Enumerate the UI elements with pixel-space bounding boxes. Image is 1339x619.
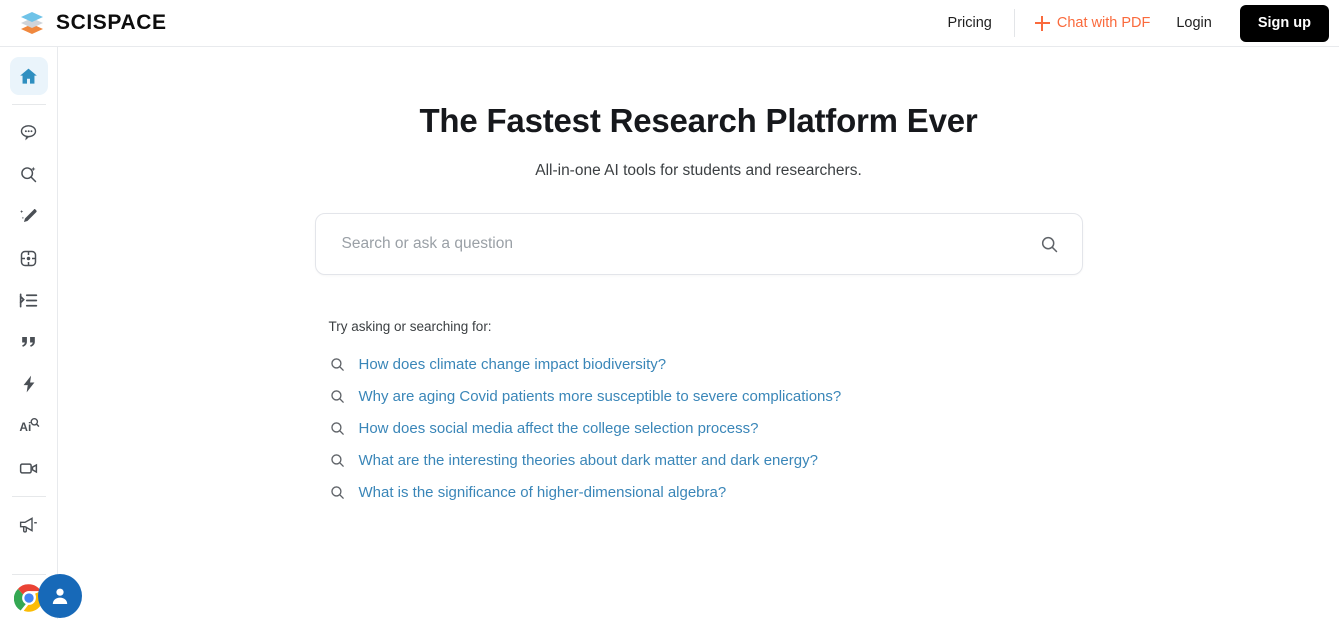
sidebar-item-video[interactable] [10,449,48,487]
signup-button[interactable]: Sign up [1239,4,1329,42]
sidebar-item-citation[interactable] [10,323,48,361]
suggestion-label: Why are aging Covid patients more suscep… [358,387,842,405]
megaphone-icon [18,514,39,535]
suggestion-label: How does climate change impact biodivers… [358,355,667,373]
search-icon[interactable] [1039,234,1060,255]
sidebar-item-quick-actions[interactable] [10,365,48,403]
sidebar-item-ai-search[interactable] [10,155,48,193]
chat-bubble-icon [18,122,39,143]
header-divider [1013,9,1015,37]
quote-icon [19,333,38,352]
main-content: The Fastest Research Platform Ever All-i… [58,47,1339,619]
suggestion-item[interactable]: How does climate change impact biodivers… [329,348,1083,380]
home-icon [18,66,39,87]
search-icon [329,356,346,373]
suggestions-block: Try asking or searching for: How does cl… [315,319,1083,508]
atom-icon [18,248,39,269]
top-header: SCISPACE Pricing Chat with PDF Login Sig… [0,0,1339,47]
search-icon [329,388,346,405]
sidebar-item-ai-writer[interactable] [10,197,48,235]
sidebar-item-paraphrase[interactable] [10,281,48,319]
page-subtitle: All-in-one AI tools for students and res… [535,162,862,179]
indent-list-icon [18,290,39,311]
header-nav: Pricing Chat with PDF Login Sign up [934,0,1339,46]
login-link[interactable]: Login [1162,15,1225,31]
sidebar-item-chat[interactable] [10,113,48,151]
suggestion-item[interactable]: What are the interesting theories about … [329,444,1083,476]
ai-detector-icon: Ai [18,415,40,437]
chat-with-pdf-button[interactable]: Chat with PDF [1023,15,1162,31]
svg-text:Ai: Ai [19,420,31,434]
suggestion-item[interactable]: Why are aging Covid patients more suscep… [329,380,1083,412]
sidebar-bottom-group [0,574,82,619]
suggestion-label: What are the interesting theories about … [358,451,818,469]
search-input[interactable] [341,235,1039,253]
suggestion-item[interactable]: What is the significance of higher-dimen… [329,476,1083,508]
page-title: The Fastest Research Platform Ever [419,102,978,139]
sidebar-divider-bottom [11,574,46,575]
user-avatar-button[interactable] [37,574,82,618]
suggestion-label: What is the significance of higher-dimen… [358,483,727,501]
suggestions-label: Try asking or searching for: [328,319,492,334]
sidebar-item-science[interactable] [10,239,48,277]
layers-logo-icon [18,9,46,37]
pencil-sparkle-icon [18,206,39,227]
pricing-link[interactable]: Pricing [934,15,1006,31]
sidebar-item-home[interactable] [9,57,48,95]
search-icon [329,420,346,437]
left-sidebar: Ai [0,47,82,619]
video-camera-icon [18,458,39,479]
suggestion-item[interactable]: How does social media affect the college… [329,412,1083,444]
search-icon [329,484,346,501]
brand-logo-link[interactable]: SCISPACE [18,9,167,37]
plus-icon [1034,15,1050,31]
sidebar-item-announcements[interactable] [10,505,48,543]
sidebar-item-ai-detector[interactable]: Ai [10,407,48,445]
user-avatar-icon [48,584,72,608]
search-icon [329,452,346,469]
brand-name: SCISPACE [56,11,167,34]
sidebar-divider-middle [11,496,46,497]
search-sparkle-icon [18,164,39,185]
chat-with-pdf-label: Chat with PDF [1056,15,1151,31]
suggestion-label: How does social media affect the college… [358,419,759,437]
search-bar[interactable] [314,213,1083,275]
lightning-bolt-icon [19,374,39,394]
sidebar-divider-top [11,104,46,105]
